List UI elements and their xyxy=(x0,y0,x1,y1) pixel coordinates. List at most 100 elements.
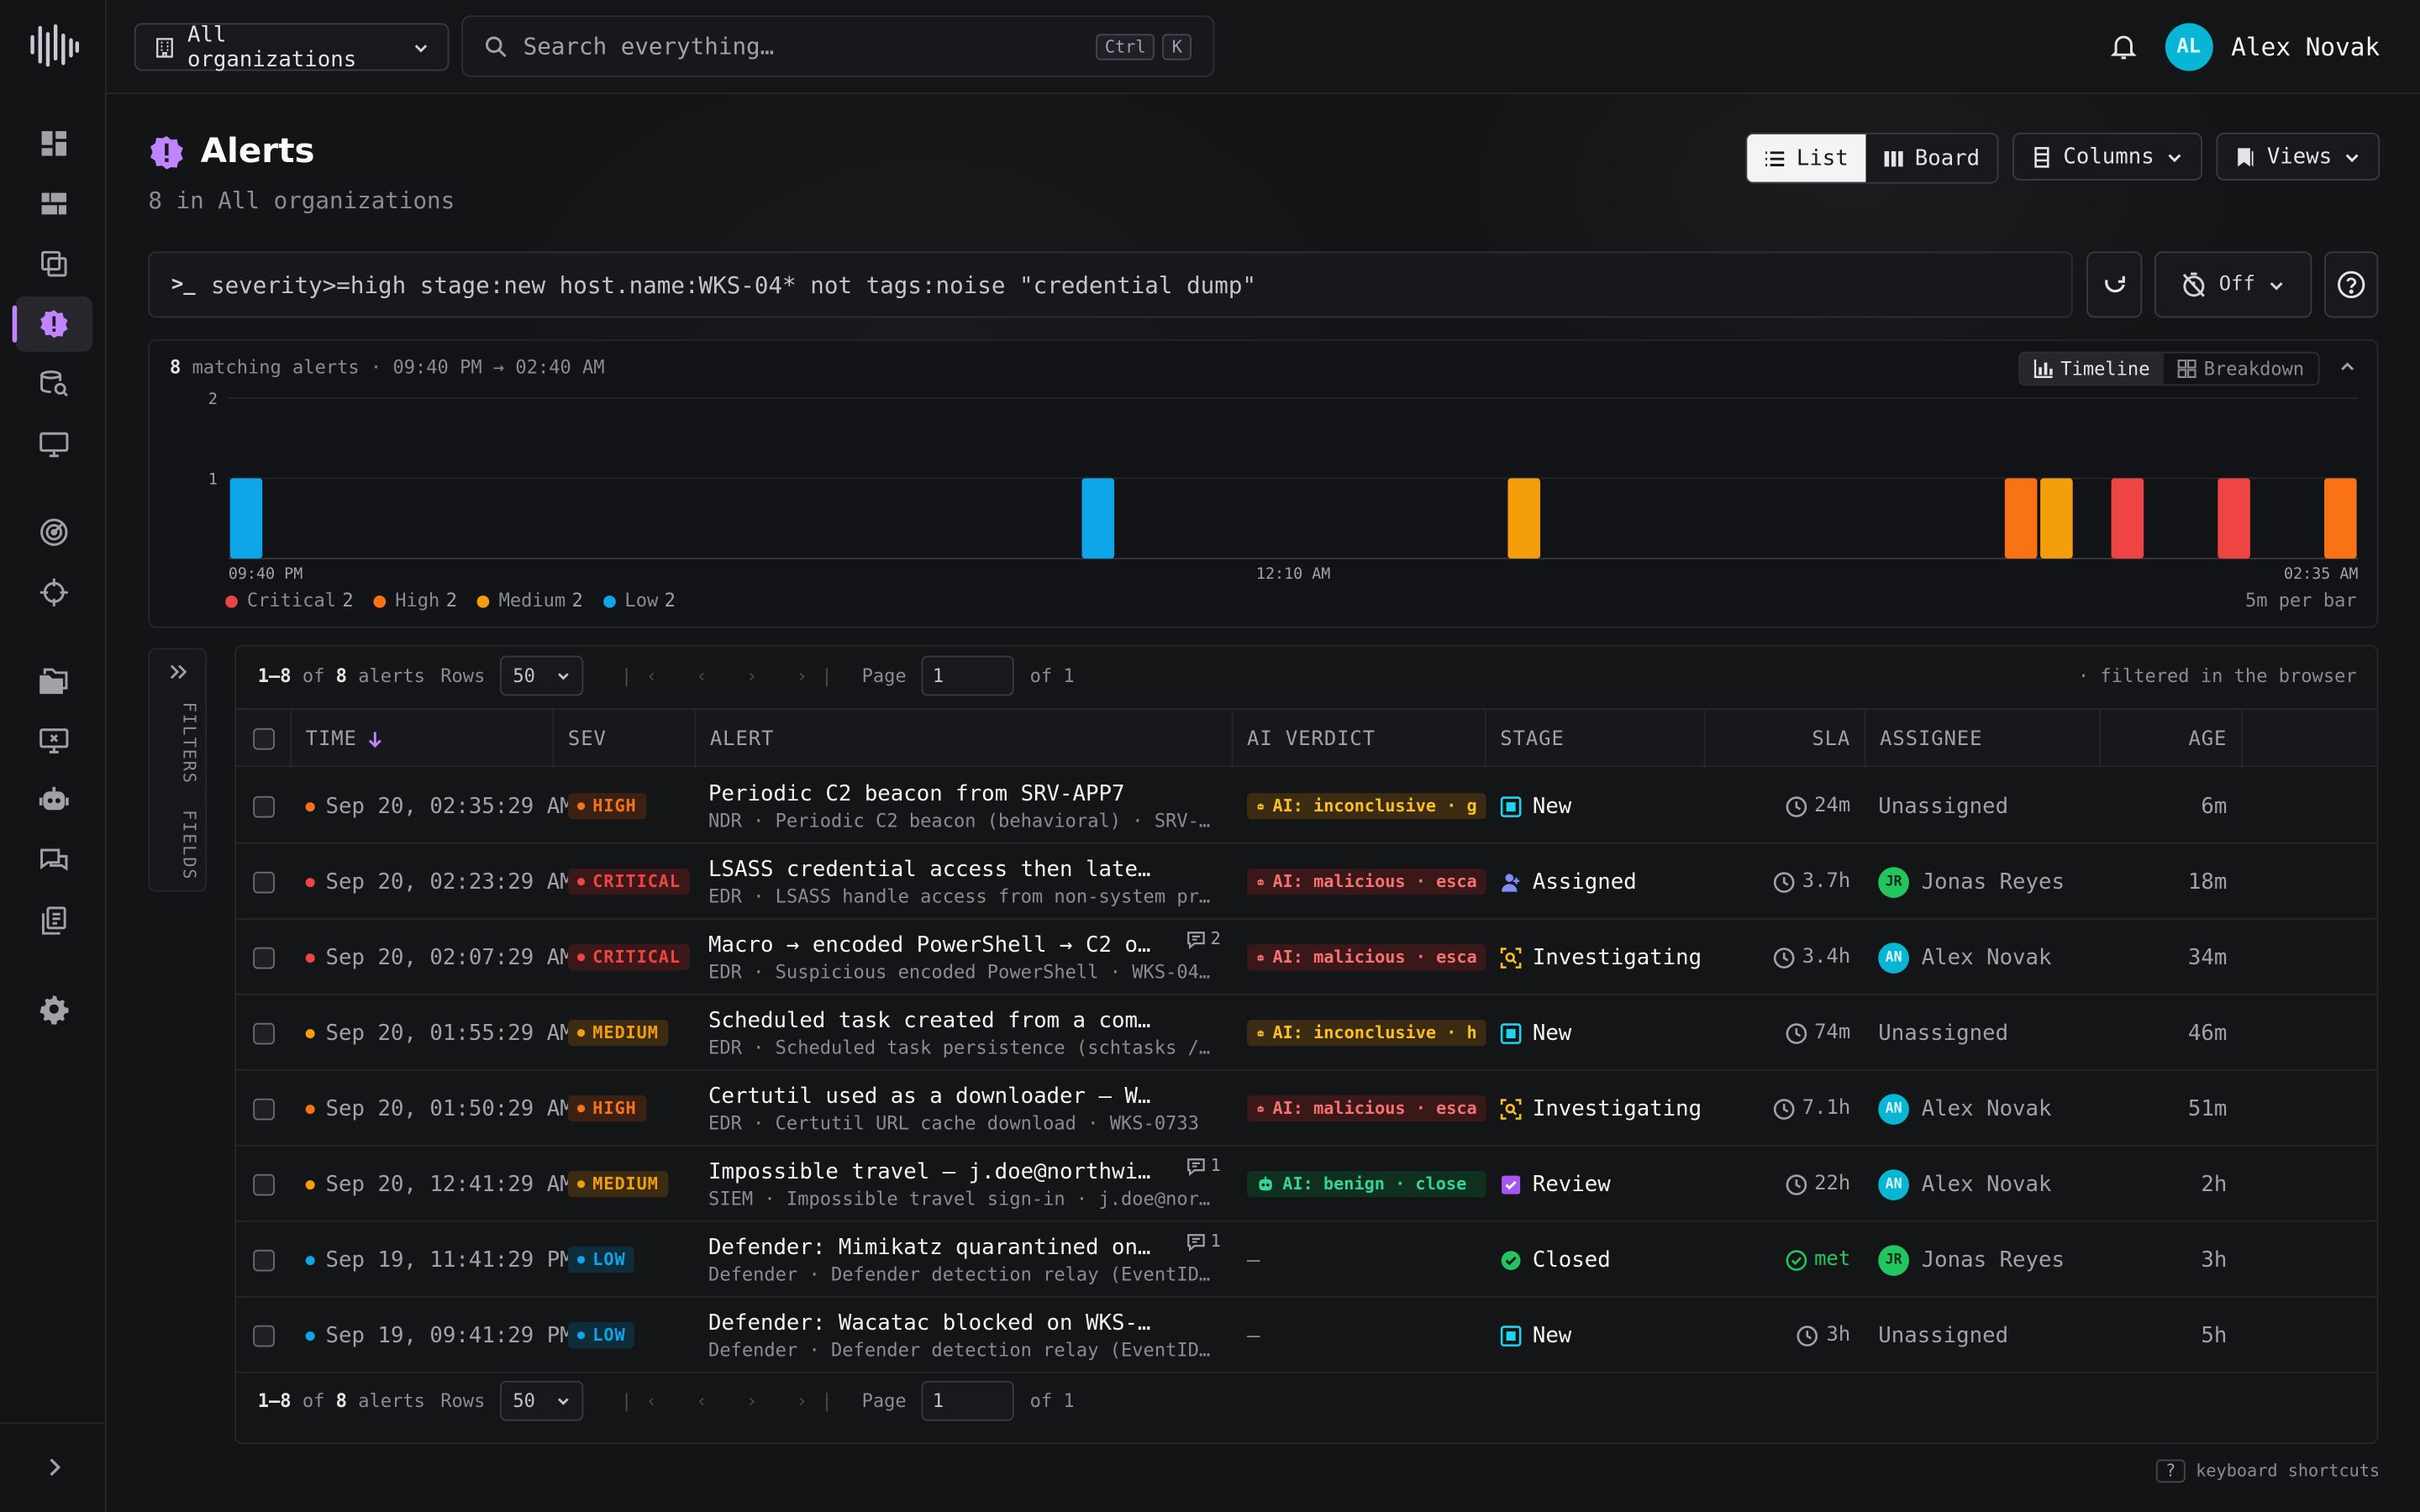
alert-title[interactable]: Macro → encoded PowerShell → C2 o… xyxy=(708,932,1150,957)
query-bar[interactable]: >_ severity>=high stage:new host.name:WK… xyxy=(148,251,2073,318)
user-avatar[interactable]: AL xyxy=(2165,22,2213,71)
row-checkbox[interactable] xyxy=(253,1324,275,1347)
table-row[interactable]: Sep 20, 12:41:29 AM MEDIUM Impossible trav… xyxy=(236,1147,2377,1222)
user-name[interactable]: Alex Novak xyxy=(2231,32,2380,61)
stage-cell[interactable]: New xyxy=(1500,995,1571,1071)
stage-cell[interactable]: New xyxy=(1500,1298,1571,1373)
assignee-cell[interactable]: Unassigned xyxy=(1878,769,2008,844)
nav-data-search[interactable] xyxy=(15,356,92,412)
query-input[interactable]: severity>=high stage:new host.name:WKS-0… xyxy=(211,270,1256,298)
legend-item-high[interactable]: High 2 xyxy=(373,590,457,611)
select-all-checkbox[interactable] xyxy=(252,727,275,750)
alert-cell[interactable]: Scheduled task created from a command… ED… xyxy=(708,995,1221,1071)
alert-cell[interactable]: Periodic C2 beacon from SRV-APP7 NDR · Pe… xyxy=(708,769,1221,844)
column-header-ai-verdict[interactable]: AI VERDICT xyxy=(1234,709,1486,769)
ai-verdict-badge[interactable]: AI: malicious · esca xyxy=(1247,1095,1486,1122)
legend-item-medium[interactable]: Medium 2 xyxy=(476,590,583,611)
alert-cell[interactable]: Defender: Mimikatz quarantined on… Defend… xyxy=(708,1222,1221,1298)
column-header-sla[interactable]: SLA xyxy=(1706,709,1866,769)
nav-widgets[interactable] xyxy=(15,176,92,231)
stage-cell[interactable]: Closed xyxy=(1500,1222,1611,1298)
nav-automation[interactable] xyxy=(15,773,92,828)
columns-button[interactable]: Columns xyxy=(2012,132,2202,181)
nav-threat-hunt[interactable] xyxy=(15,564,92,620)
alert-title[interactable]: Scheduled task created from a command… xyxy=(708,1008,1159,1032)
alert-title[interactable]: Certutil used as a downloader — WKS-0… xyxy=(708,1084,1159,1108)
stage-cell[interactable]: Investigating xyxy=(1500,1071,1702,1147)
board-view-button[interactable]: Board xyxy=(1865,134,1997,182)
nav-files[interactable] xyxy=(15,653,92,708)
comment-count[interactable]: 2 xyxy=(1187,929,1221,949)
ai-verdict-badge[interactable]: AI: inconclusive · h xyxy=(1247,1020,1486,1047)
row-checkbox[interactable] xyxy=(253,1097,275,1120)
page-nav-buttons[interactable]: |‹ ‹ › ›| xyxy=(621,665,846,687)
table-row[interactable]: Sep 20, 02:23:29 AM CRITICAL LSASS credent… xyxy=(236,844,2377,920)
search-input[interactable]: Search everything… xyxy=(523,33,775,60)
row-checkbox[interactable] xyxy=(253,870,275,893)
stage-cell[interactable]: Investigating xyxy=(1500,920,1702,995)
alert-cell[interactable]: Defender: Wacatac blocked on WKS-1180 Def… xyxy=(708,1298,1221,1373)
bell-icon[interactable] xyxy=(2109,33,2137,60)
alert-cell[interactable]: Macro → encoded PowerShell → C2 o… EDR · … xyxy=(708,920,1221,995)
alert-title[interactable]: Impossible travel — j.doe@northwi… xyxy=(708,1159,1150,1184)
help-button[interactable] xyxy=(2324,251,2379,318)
global-search[interactable]: Search everything… Ctrl K xyxy=(461,15,1215,77)
ai-verdict-badge[interactable]: AI: malicious · esca xyxy=(1247,869,1486,895)
table-row[interactable]: Sep 20, 01:55:29 AM MEDIUM Scheduled task … xyxy=(236,995,2377,1071)
assignee-cell[interactable]: JR Jonas Reyes xyxy=(1878,1222,2065,1298)
alert-cell[interactable]: Impossible travel — j.doe@northwi… SIEM ·… xyxy=(708,1147,1221,1222)
legend-item-low[interactable]: Low 2 xyxy=(602,590,676,611)
org-selector[interactable]: All organizations xyxy=(134,23,450,71)
stage-cell[interactable]: New xyxy=(1500,769,1571,844)
rows-select[interactable]: 50 xyxy=(500,655,584,696)
table-row[interactable]: Sep 20, 01:50:29 AM HIGH Certutil used as … xyxy=(236,1071,2377,1147)
nav-expand[interactable] xyxy=(15,1440,92,1495)
column-header-age[interactable]: AGE xyxy=(2101,709,2243,769)
row-checkbox[interactable] xyxy=(253,1173,275,1195)
list-view-button[interactable]: List xyxy=(1747,134,1865,182)
ai-verdict-badge[interactable]: AI: benign · close xyxy=(1247,1171,1486,1198)
row-checkbox[interactable] xyxy=(253,1248,275,1271)
assignee-cell[interactable]: Unassigned xyxy=(1878,1298,2008,1373)
filters-tab[interactable]: FILTERS xyxy=(179,702,199,785)
nav-monitors[interactable] xyxy=(15,417,92,472)
alert-cell[interactable]: LSASS credential access then lateral … ED… xyxy=(708,844,1221,920)
page-nav-buttons[interactable]: |‹ ‹ › ›| xyxy=(621,1390,846,1412)
nav-cases[interactable] xyxy=(15,236,92,291)
alert-title[interactable]: LSASS credential access then lateral … xyxy=(708,857,1159,881)
table-row[interactable]: Sep 20, 02:07:29 AM CRITICAL Macro → encod… xyxy=(236,920,2377,995)
column-header-stage[interactable]: STAGE xyxy=(1486,709,1706,769)
nav-radar[interactable] xyxy=(15,505,92,560)
stage-cell[interactable]: Assigned xyxy=(1500,844,1637,920)
column-header-alert[interactable]: ALERT xyxy=(696,709,1234,769)
row-checkbox[interactable] xyxy=(253,1021,275,1044)
nav-chat[interactable] xyxy=(15,833,92,889)
table-row[interactable]: Sep 19, 11:41:29 PM LOW Defender: Mimikatz… xyxy=(236,1222,2377,1298)
alert-title[interactable]: Periodic C2 beacon from SRV-APP7 xyxy=(708,781,1124,806)
double-chevron-right-icon[interactable] xyxy=(168,662,188,682)
nav-reports[interactable] xyxy=(15,893,92,948)
nav-endpoints[interactable] xyxy=(15,713,92,769)
nav-dashboard[interactable] xyxy=(15,116,92,171)
table-row[interactable]: Sep 19, 09:41:29 PM LOW Defender: Wacatac … xyxy=(236,1298,2377,1373)
alert-title[interactable]: Defender: Mimikatz quarantined on… xyxy=(708,1235,1150,1259)
refresh-button[interactable] xyxy=(2086,251,2143,318)
keyboard-shortcuts-hint[interactable]: ? keyboard shortcuts xyxy=(2156,1459,2380,1483)
assignee-cell[interactable]: AN Alex Novak xyxy=(1878,920,2052,995)
assignee-cell[interactable]: Unassigned xyxy=(1878,995,2008,1071)
page-input[interactable]: 1 xyxy=(922,655,1015,696)
auto-refresh-select[interactable]: Off xyxy=(2154,251,2312,318)
ai-verdict-badge[interactable]: AI: inconclusive · g xyxy=(1247,793,1486,820)
alert-cell[interactable]: Certutil used as a downloader — WKS-0… ED… xyxy=(708,1071,1221,1147)
column-header-sev[interactable]: SEV xyxy=(554,709,697,769)
assignee-cell[interactable]: JR Jonas Reyes xyxy=(1878,844,2065,920)
table-row[interactable]: Sep 20, 02:35:29 AM HIGH Periodic C2 beaco… xyxy=(236,769,2377,844)
views-button[interactable]: Views xyxy=(2216,132,2381,181)
column-header-assignee[interactable]: ASSIGNEE xyxy=(1866,709,2101,769)
nav-settings[interactable] xyxy=(15,981,92,1037)
stage-cell[interactable]: Review xyxy=(1500,1147,1611,1222)
app-logo-icon[interactable] xyxy=(28,22,80,68)
rows-select[interactable]: 50 xyxy=(500,1380,584,1421)
nav-alerts[interactable] xyxy=(12,296,93,352)
assignee-cell[interactable]: AN Alex Novak xyxy=(1878,1147,2052,1222)
